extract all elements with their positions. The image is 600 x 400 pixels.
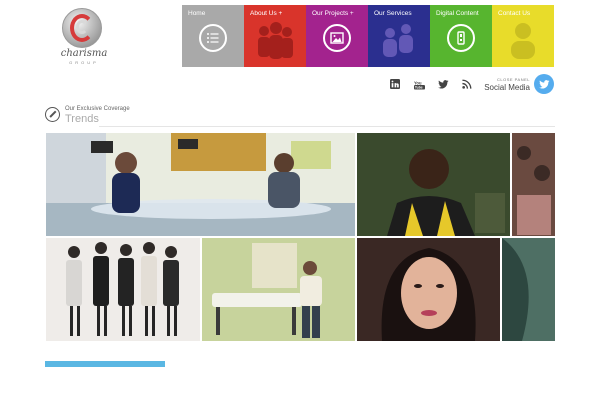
nav-label: About Us + (250, 10, 283, 17)
crowd-art-icon (258, 22, 293, 59)
svg-text:Tube: Tube (415, 85, 423, 89)
trend-tile-hospital[interactable] (202, 238, 355, 341)
nav-label: Our Projects + (312, 10, 354, 17)
compass-icon (45, 107, 60, 122)
trend-tile-fashion[interactable] (46, 238, 200, 341)
rss-icon[interactable] (460, 77, 474, 91)
section-pretitle: Our Exclusive Coverage (65, 106, 130, 112)
accent-bar (45, 361, 165, 367)
nav-label: Digital Content (436, 10, 479, 17)
nav-about-us[interactable]: About Us + (244, 5, 306, 67)
nav-label: Contact Us (498, 10, 531, 17)
trend-tile-tv-studio[interactable] (46, 133, 355, 236)
social-panel-toggle[interactable]: CLOSE PANEL Social Media (484, 77, 530, 92)
trend-tile-side[interactable] (502, 238, 555, 341)
portrait-photo (357, 238, 500, 341)
section-divider (99, 126, 555, 127)
close-panel-label: CLOSE PANEL (497, 76, 530, 82)
nav-label: Home (188, 10, 206, 17)
nav-our-projects[interactable]: Our Projects + (306, 5, 368, 67)
people-art-icon (383, 24, 413, 57)
youtube-icon[interactable]: You Tube (412, 77, 426, 91)
twitter-icon[interactable] (436, 77, 450, 91)
hospital-scene-photo (202, 238, 355, 341)
social-panel: You Tube CLOSE PANEL Social Media (378, 74, 554, 94)
social-media-label: Social Media (484, 82, 530, 92)
nav-home[interactable]: Home (182, 5, 244, 67)
logo-mark-inner (76, 20, 88, 34)
football-player-photo (357, 133, 510, 236)
nav-digital-content[interactable]: Digital Content (430, 5, 492, 67)
nav-label: Our Services (374, 10, 412, 17)
section-title: Trends (65, 113, 99, 125)
side-photo (502, 238, 555, 341)
brand-subtitle: GROUP (69, 60, 99, 65)
twitter-bird-icon[interactable] (534, 74, 554, 94)
main-nav: Home About Us + Our Projects + Our Servi… (182, 5, 554, 67)
trend-tile-football[interactable] (357, 133, 510, 236)
image-icon (323, 24, 351, 52)
person-art-icon (511, 23, 535, 59)
trend-tile-portrait[interactable] (357, 238, 500, 341)
brand-logo[interactable]: charisma GROUP (56, 8, 112, 66)
phone-icon (447, 24, 475, 52)
trend-tile-crowd[interactable] (512, 133, 555, 236)
brand-name: charisma (60, 48, 108, 59)
list-icon (199, 24, 227, 52)
fashion-group-photo (46, 238, 200, 341)
tv-studio-photo (46, 133, 355, 236)
nav-contact-us[interactable]: Contact Us (492, 5, 554, 67)
linkedin-icon[interactable] (388, 77, 402, 91)
nav-our-services[interactable]: Our Services (368, 5, 430, 67)
crowd-photo (512, 133, 555, 236)
